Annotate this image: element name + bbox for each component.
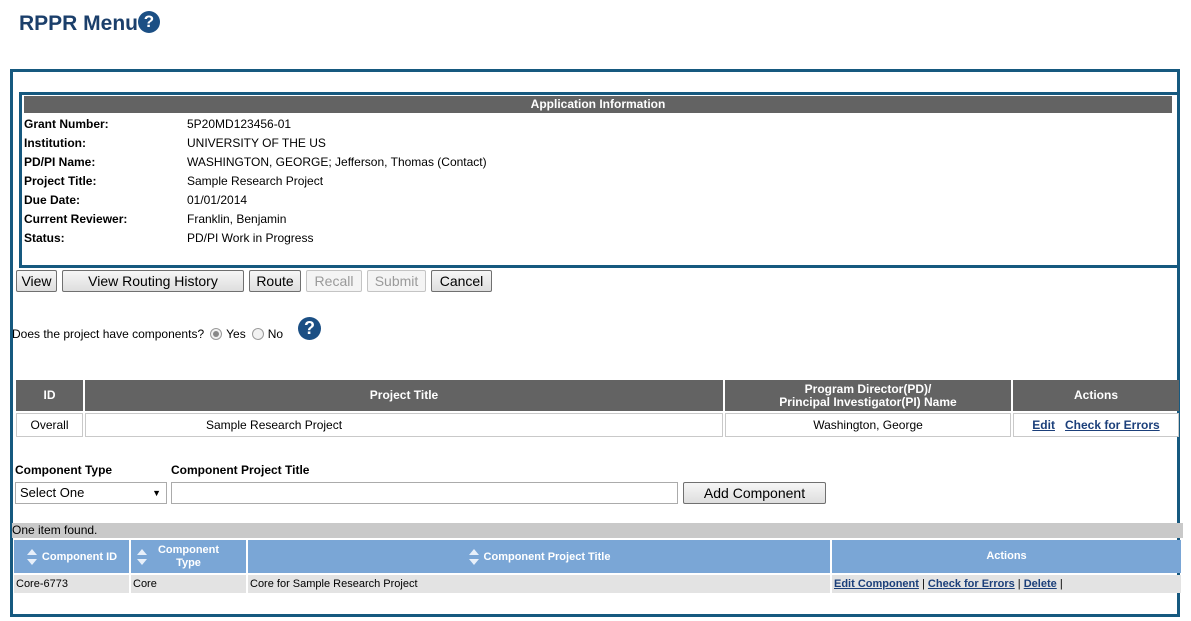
table-row: Core-6773 Core Core for Sample Research …: [14, 575, 1181, 593]
component-type-header-line1: Component: [157, 543, 220, 556]
no-radio[interactable]: [251, 328, 264, 340]
component-type-select[interactable]: Select One ▼: [15, 482, 167, 504]
project-title-column-header: Project Title: [85, 380, 723, 411]
pdpi-header-line1: Program Director(PD)/: [804, 381, 932, 396]
row-id: Overall: [16, 413, 83, 437]
due-date-value: 01/01/2014: [187, 193, 248, 207]
route-button[interactable]: Route: [249, 270, 301, 292]
current-reviewer-label: Current Reviewer:: [24, 212, 128, 226]
components-question: Does the project have components? Yes No: [12, 327, 283, 341]
help-icon[interactable]: ?: [138, 11, 160, 33]
component-project-title-header-label: Component Project Title: [483, 550, 611, 563]
items-found-text: One item found.: [12, 523, 1183, 538]
component-type-label: Component Type: [15, 463, 113, 477]
delete-link[interactable]: Delete: [1024, 578, 1057, 590]
table-row: Overall Sample Research Project Washingt…: [16, 413, 1179, 437]
edit-link[interactable]: Edit: [1032, 418, 1055, 432]
component-project-title-column-header[interactable]: Component Project Title: [248, 540, 830, 573]
status-label: Status:: [24, 231, 65, 245]
action-separator: |: [922, 578, 925, 590]
component-actions-cell: Edit Component | Check for Errors | Dele…: [832, 575, 1181, 593]
action-separator: |: [1059, 578, 1063, 590]
component-id-column-header[interactable]: Component ID: [14, 540, 129, 573]
sort-icon: [26, 548, 37, 565]
no-radio-label[interactable]: No: [268, 327, 283, 341]
sort-icon: [137, 549, 147, 565]
id-column-header: ID: [16, 380, 83, 411]
status-value: PD/PI Work in Progress: [187, 231, 314, 245]
view-routing-history-button[interactable]: View Routing History: [62, 270, 244, 292]
actions-column-header: Actions: [1013, 380, 1179, 411]
chevron-down-icon: ▼: [152, 488, 161, 498]
institution-value: UNIVERSITY OF THE US: [187, 136, 326, 150]
pdpi-name-value: WASHINGTON, GEORGE; Jefferson, Thomas (C…: [187, 155, 487, 169]
component-title-cell: Core for Sample Research Project: [248, 575, 830, 593]
pdpi-column-header: Program Director(PD)/ Principal Investig…: [725, 380, 1011, 411]
institution-label: Institution:: [24, 136, 86, 150]
component-actions-column-header: Actions: [832, 540, 1181, 573]
check-for-errors-link[interactable]: Check for Errors: [928, 578, 1015, 590]
component-id-header-label: Component ID: [41, 550, 118, 563]
application-information-header: Application Information: [24, 96, 1172, 113]
components-table: Component ID Component Type Component Pr…: [12, 538, 1183, 595]
component-id-cell: Core-6773: [14, 575, 129, 593]
component-project-title-label: Component Project Title: [171, 463, 310, 477]
check-for-errors-link[interactable]: Check for Errors: [1065, 418, 1160, 432]
current-reviewer-value: Franklin, Benjamin: [187, 212, 287, 226]
page-title: RPPR Menu: [19, 12, 139, 35]
project-title-label: Project Title:: [24, 174, 97, 188]
pdpi-name-label: PD/PI Name:: [24, 155, 96, 169]
cancel-button[interactable]: Cancel: [431, 270, 492, 292]
components-help-icon[interactable]: ?: [298, 317, 321, 340]
component-type-cell: Core: [131, 575, 246, 593]
component-type-column-header[interactable]: Component Type: [131, 540, 246, 573]
pdpi-header-line2: Principal Investigator(PI) Name: [779, 394, 957, 409]
grant-number-value: 5P20MD123456-01: [187, 117, 292, 131]
component-type-selected-value: Select One: [20, 485, 85, 500]
component-project-title-input[interactable]: [171, 482, 678, 504]
yes-radio-label[interactable]: Yes: [226, 327, 246, 341]
recall-button[interactable]: Recall: [306, 270, 362, 292]
row-actions: Edit Check for Errors: [1013, 413, 1179, 437]
view-button[interactable]: View: [16, 270, 57, 292]
yes-radio[interactable]: [210, 328, 223, 340]
components-question-text: Does the project have components?: [12, 327, 205, 341]
row-project-title: Sample Research Project: [85, 413, 723, 437]
due-date-label: Due Date:: [24, 193, 81, 207]
project-table: ID Project Title Program Director(PD)/ P…: [14, 378, 1181, 439]
sort-icon: [468, 548, 479, 565]
component-type-header-line2: Type: [176, 556, 201, 569]
edit-component-link[interactable]: Edit Component: [834, 578, 919, 590]
add-component-button[interactable]: Add Component: [683, 482, 826, 504]
row-pdpi-name: Washington, George: [725, 413, 1011, 437]
submit-button[interactable]: Submit: [367, 270, 426, 292]
grant-number-label: Grant Number:: [24, 117, 109, 131]
project-title-value: Sample Research Project: [187, 174, 324, 188]
action-separator: |: [1017, 578, 1021, 590]
